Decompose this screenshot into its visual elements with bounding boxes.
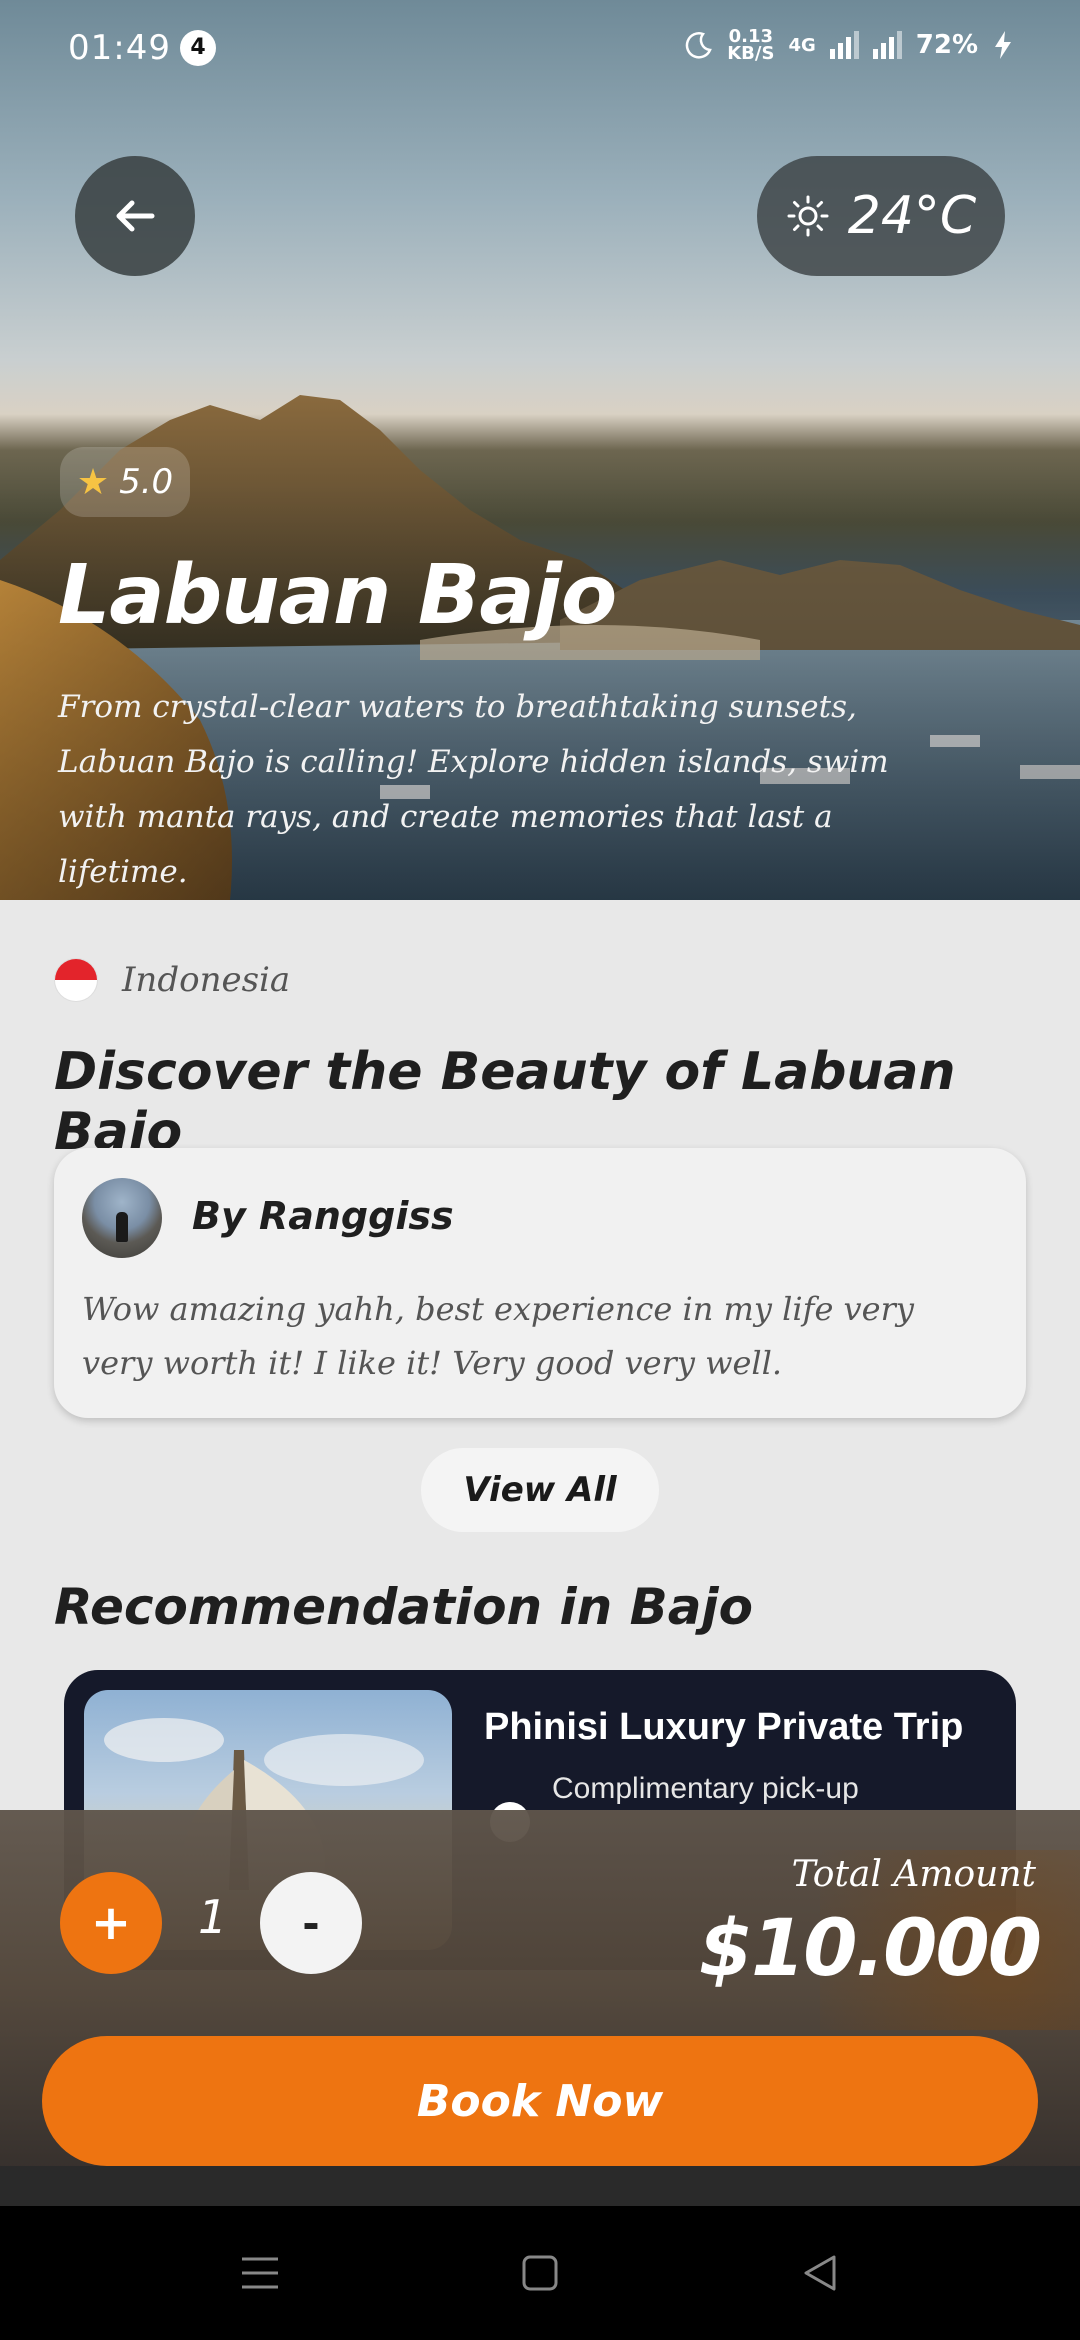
destination-title: Labuan Bajo <box>58 548 617 643</box>
recommendation-feature: Complimentary pick-up <box>552 1772 859 1805</box>
battery-level: 72% <box>915 30 978 61</box>
signal-icon <box>829 31 859 60</box>
discover-title: Discover the Beauty of Labuan Bajo <box>54 1042 956 1162</box>
system-navigation-bar <box>0 2206 1080 2340</box>
back-button[interactable] <box>75 156 195 276</box>
triangle-back-icon <box>804 2255 836 2291</box>
arrow-left-icon <box>116 200 155 232</box>
back-nav-button[interactable] <box>790 2243 850 2303</box>
country-row: Indonesia <box>54 958 290 1002</box>
status-time: 01:49 <box>68 28 171 68</box>
star-icon: ★ <box>76 461 110 503</box>
notification-count-badge: 4 <box>180 30 216 66</box>
weather-pill: 24°C <box>757 156 1005 276</box>
recommendation-card-title: Phinisi Luxury Private Trip <box>484 1706 964 1748</box>
home-square-icon <box>522 2255 558 2291</box>
network-speed-unit: KB/S <box>727 43 775 65</box>
total-amount-value: $10.000 <box>698 1904 1042 1994</box>
increase-quantity-button[interactable]: + <box>60 1872 162 1974</box>
review-card[interactable]: By Ranggiss Wow amazing yahh, best exper… <box>54 1148 1026 1418</box>
book-now-button[interactable]: Book Now <box>42 2036 1038 2166</box>
rating-badge: ★ 5.0 <box>60 447 190 517</box>
tab-bar-background <box>0 2166 1080 2206</box>
destination-description: From crystal-clear waters to breathtakin… <box>58 689 889 890</box>
total-amount-label: Total Amount <box>791 1854 1036 1895</box>
signal-icon-2 <box>872 31 902 60</box>
indonesia-flag-icon <box>54 958 98 1002</box>
decrease-quantity-button[interactable]: - <box>260 1872 362 1974</box>
menu-icon <box>242 2257 278 2289</box>
view-all-button[interactable]: View All <box>421 1448 659 1532</box>
country-name: Indonesia <box>122 960 291 1000</box>
menu-nav-button[interactable] <box>230 2243 290 2303</box>
recommendation-title: Recommendation in Bajo <box>54 1578 754 1636</box>
charging-icon <box>995 31 1011 60</box>
network-type: 4G <box>788 34 816 56</box>
avatar <box>82 1178 162 1258</box>
home-nav-button[interactable] <box>510 2243 570 2303</box>
reviewer-name: By Ranggiss <box>192 1194 454 1238</box>
status-icons: 0.13 KB/S 4G 72% <box>683 27 1014 65</box>
status-bar: 01:49 4 0.13 KB/S 4G 72% <box>0 0 1080 96</box>
rating-value: 5.0 <box>119 462 174 502</box>
temperature: 24°C <box>847 186 977 246</box>
sun-icon <box>787 195 829 237</box>
review-text: Wow amazing yahh, best experience in my … <box>82 1290 914 1382</box>
moon-icon <box>685 32 713 59</box>
network-speed: 0.13 KB/S <box>727 27 775 65</box>
quantity-value: 1 <box>198 1890 228 1944</box>
